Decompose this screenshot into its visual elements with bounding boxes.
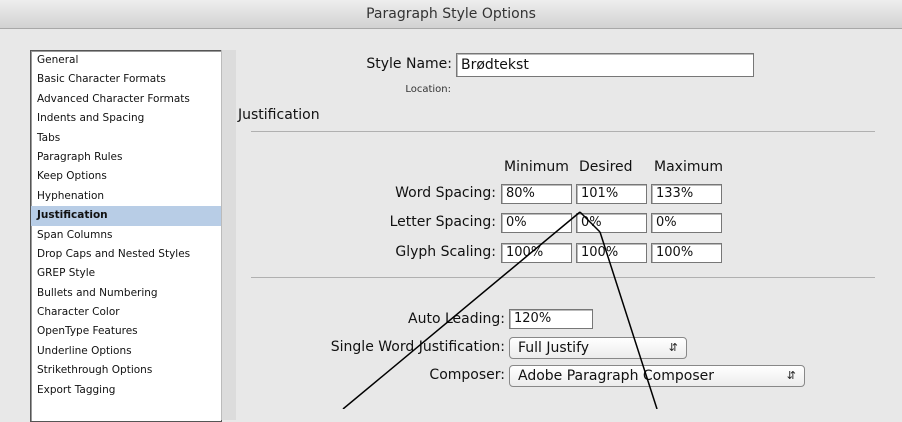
annotation-line-tip bbox=[579, 211, 601, 233]
annotation-lines bbox=[342, 211, 658, 409]
annotation-line-left bbox=[342, 211, 581, 409]
annotation-line-right bbox=[599, 231, 658, 409]
